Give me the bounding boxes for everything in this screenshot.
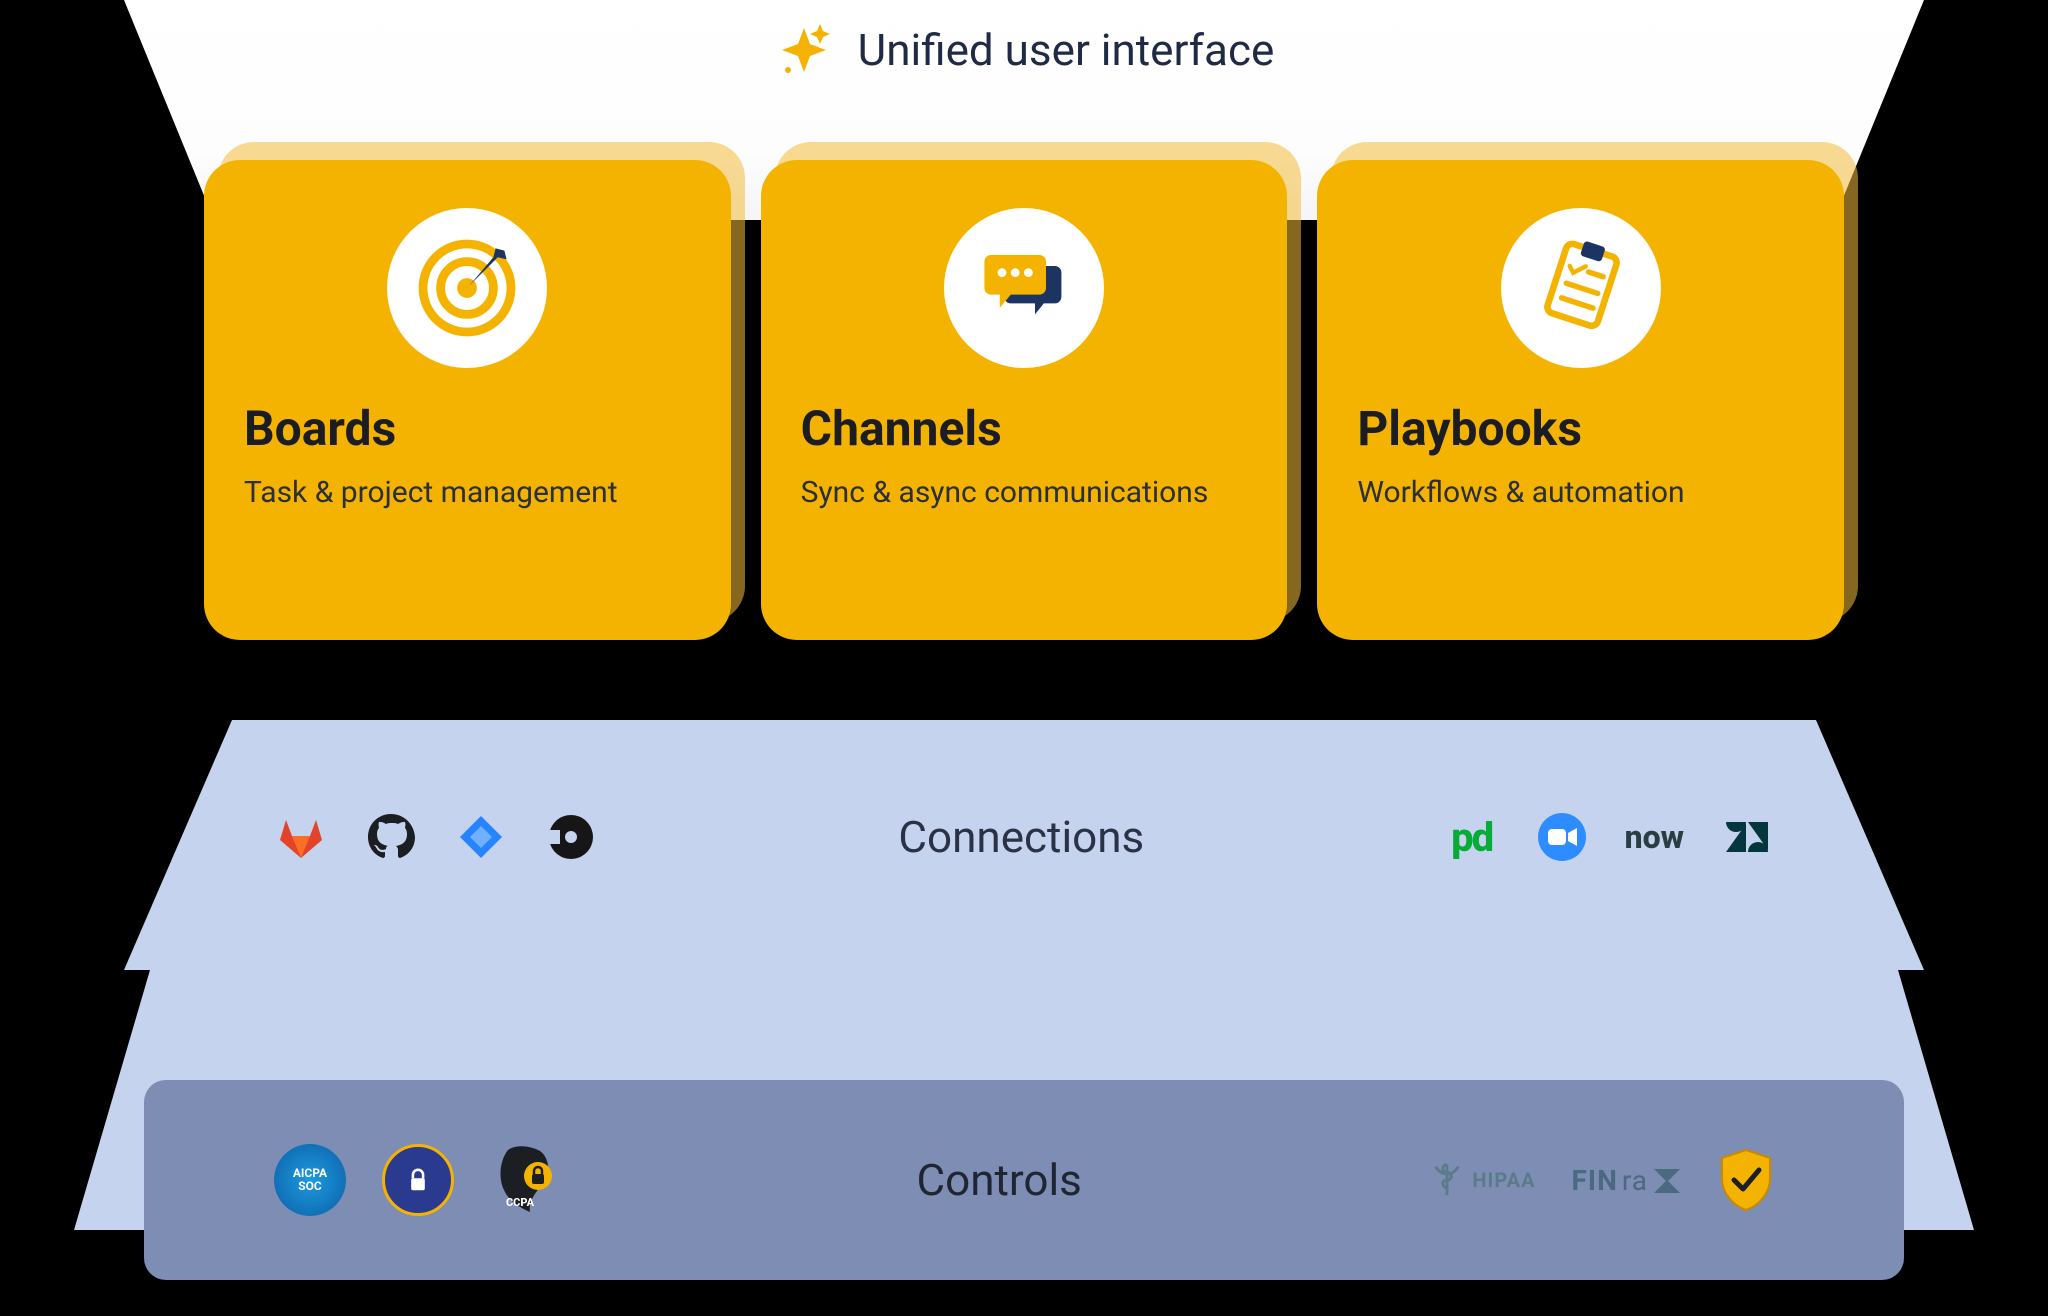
card-channels: Channels Sync & async communications	[761, 160, 1288, 640]
controls-left-badges: AICPASOC CCPA	[274, 1144, 570, 1216]
ccpa-badge: CCPA	[490, 1144, 570, 1216]
card-subtitle: Workflows & automation	[1357, 475, 1684, 510]
card-boards: Boards Task & project management	[204, 160, 731, 640]
clipboard-icon	[1501, 208, 1661, 368]
feature-cards-row: Boards Task & project management Channel…	[204, 160, 1844, 640]
connections-right-logos: pd now	[1445, 810, 1774, 864]
target-icon	[387, 208, 547, 368]
controls-title: Controls	[916, 1154, 1081, 1206]
connections-title: Connections	[898, 811, 1144, 863]
aicpa-text: AICPA	[293, 1166, 327, 1180]
card-body: Playbooks Workflows & automation	[1317, 160, 1844, 640]
banner-title: Unified user interface	[858, 24, 1275, 76]
card-title: Boards	[244, 400, 396, 457]
servicenow-icon: now	[1625, 810, 1684, 864]
gitlab-icon	[274, 810, 328, 864]
zoom-icon	[1535, 810, 1589, 864]
controls-right-badges: HIPAA FINra	[1428, 1148, 1774, 1212]
connections-inner: Connections pd now	[274, 810, 1774, 864]
soc-text: SOC	[298, 1179, 322, 1193]
card-title: Channels	[801, 400, 1002, 457]
pagerduty-icon: pd	[1445, 810, 1499, 864]
gdpr-badge	[382, 1144, 454, 1216]
circleci-icon	[544, 810, 598, 864]
finra-text-1: FIN	[1572, 1164, 1618, 1197]
ccpa-text: CCPA	[506, 1196, 535, 1209]
aicpa-soc-badge: AICPASOC	[274, 1144, 346, 1216]
hipaa-text: HIPAA	[1472, 1168, 1535, 1192]
banner-inner: Unified user interface	[774, 20, 1275, 80]
connections-layer: Connections pd now	[124, 720, 1924, 970]
jira-icon	[454, 810, 508, 864]
card-subtitle: Sync & async communications	[801, 475, 1209, 510]
connections-left-logos	[274, 810, 598, 864]
card-subtitle: Task & project management	[244, 475, 618, 510]
hipaa-badge: HIPAA	[1428, 1161, 1535, 1199]
finra-text-2: ra	[1622, 1164, 1648, 1197]
card-body: Boards Task & project management	[204, 160, 731, 640]
controls-inner: AICPASOC CCPA Controls HIPAA	[274, 1144, 1774, 1216]
finra-badge: FINra	[1572, 1164, 1682, 1197]
chat-icon	[944, 208, 1104, 368]
zendesk-icon	[1720, 810, 1774, 864]
security-shield-icon	[1718, 1148, 1774, 1212]
controls-layer: AICPASOC CCPA Controls HIPAA	[144, 1080, 1904, 1280]
card-body: Channels Sync & async communications	[761, 160, 1288, 640]
card-playbooks: Playbooks Workflows & automation	[1317, 160, 1844, 640]
card-title: Playbooks	[1357, 400, 1582, 457]
github-icon	[364, 810, 418, 864]
sparkle-icon	[774, 20, 834, 80]
